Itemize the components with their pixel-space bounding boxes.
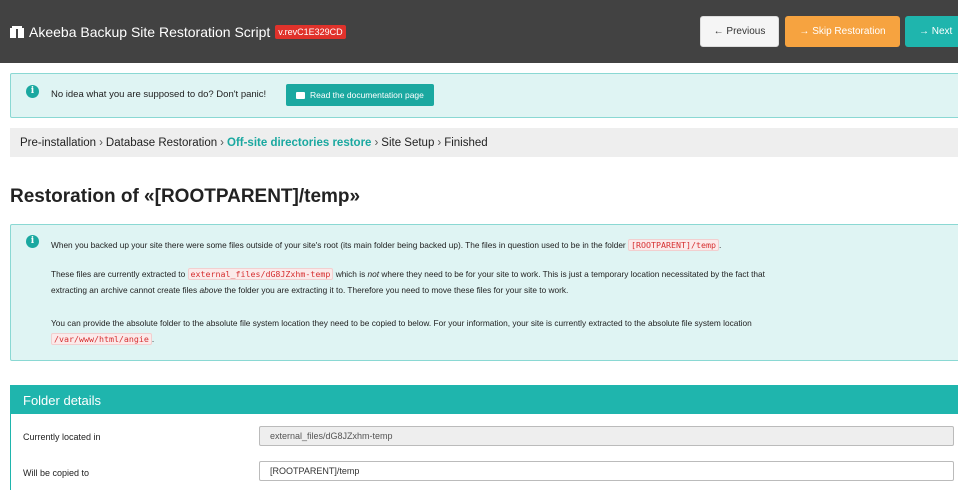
notice-text: where they need to be for your site to w… [381,269,765,279]
next-button[interactable]: → Next [905,16,958,47]
notice-text: These files are currently extracted to [51,269,186,279]
documentation-button-label: Read the documentation page [310,90,424,100]
extract-path-code: external_files/dG8JZxhm-temp [187,268,334,280]
book-icon [296,91,305,99]
brand: Akeeba Backup Site Restoration Script v.… [10,24,346,40]
notice-text: . [151,334,155,344]
akeeba-logo-icon [10,26,24,38]
chevron-right-icon: › [437,136,442,149]
info-icon: i [26,235,39,248]
page-title: Restoration of «[ROOTPARENT]/temp» [10,186,361,207]
notice-paragraph-2: These files are currently extracted to e… [51,266,951,298]
target-location-input[interactable]: [ROOTPARENT]/temp [259,461,954,481]
chevron-right-icon: › [99,136,103,149]
breadcrumb: Pre-installation › Database Restoration … [10,128,958,157]
notice-text: which is [335,269,366,279]
version-badge: v.revC1E329CD [275,25,346,39]
app-title: Akeeba Backup Site Restoration Script [29,24,271,40]
breadcrumb-finished: Finished [444,136,488,149]
notice-text: You can provide the absolute folder to t… [51,318,752,328]
help-text: No idea what you are supposed to do? Don… [51,89,267,100]
site-path-code: /var/www/html/angie [51,333,152,345]
chevron-right-icon: › [374,136,379,149]
notice-text: . [718,240,722,250]
current-location-field: external_files/dG8JZxhm-temp [259,426,954,446]
breadcrumb-site-setup: Site Setup [381,136,435,149]
previous-button[interactable]: ← Previous [700,16,779,47]
top-bar: Akeeba Backup Site Restoration Script v.… [0,0,958,63]
chevron-right-icon: › [220,136,224,149]
notice-paragraph-3: You can provide the absolute folder to t… [51,315,951,347]
breadcrumb-offsite-directories: Off-site directories restore [227,136,372,149]
current-location-label: Currently located in [23,432,101,442]
notice-emphasis: above [199,285,223,295]
help-alert: i No idea what you are supposed to do? D… [10,73,958,118]
offsite-notice: i When you backed up your site there wer… [10,224,958,361]
notice-emphasis: not [367,269,380,279]
panel-heading: Folder details [11,386,958,414]
notice-paragraph-1: When you backed up your site there were … [51,237,951,253]
folder-details-panel: Folder details Currently located in exte… [10,385,958,490]
root-parent-code: [ROOTPARENT]/temp [628,239,719,251]
target-location-label: Will be copied to [23,468,90,478]
info-icon: i [26,85,39,98]
documentation-button[interactable]: Read the documentation page [286,84,434,106]
notice-text: extracting an archive cannot create file… [51,285,198,295]
skip-restoration-button[interactable]: → Skip Restoration [785,16,900,47]
breadcrumb-pre-installation: Pre-installation [20,136,97,149]
breadcrumb-database-restoration: Database Restoration [105,136,218,149]
notice-text: When you backed up your site there were … [51,240,626,250]
notice-text: the folder you are extracting it to. The… [224,285,569,295]
